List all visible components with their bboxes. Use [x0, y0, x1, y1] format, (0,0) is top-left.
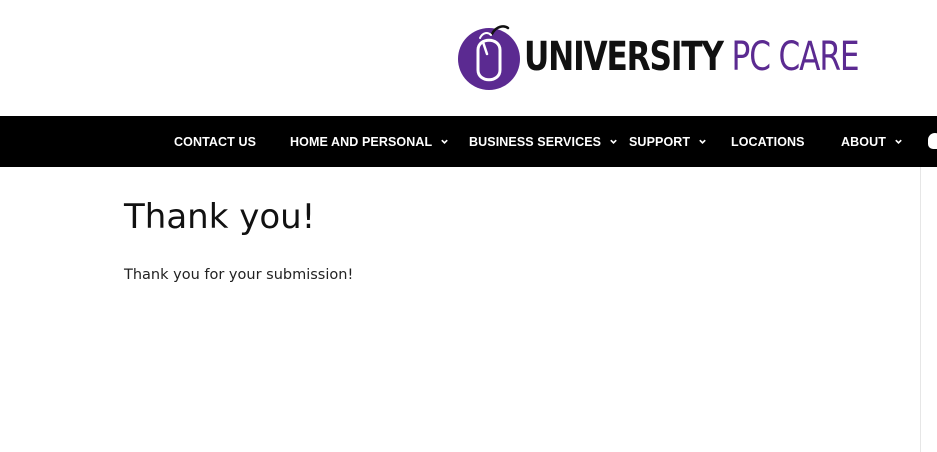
chevron-down-icon	[441, 139, 448, 144]
nav-item-home-and-personal[interactable]: HOME AND PERSONAL	[290, 116, 449, 167]
logo-word-university: UNIVERSITY	[524, 34, 724, 80]
mouse-logo-icon	[458, 25, 520, 90]
page: UNIVERSITY PC CARE CONTACT US HOME AND P…	[0, 0, 937, 452]
chevron-down-icon	[699, 139, 706, 144]
main-navigation: CONTACT US HOME AND PERSONAL BUSINESS SE…	[0, 116, 937, 167]
nav-item-label: ABOUT	[841, 134, 886, 149]
content-divider	[920, 167, 921, 452]
nav-item-locations[interactable]: LOCATIONS	[731, 116, 805, 167]
site-header: UNIVERSITY PC CARE	[0, 0, 937, 116]
apple-icon[interactable]	[928, 133, 937, 149]
logo-word-pc-care: PC CARE	[731, 34, 860, 80]
chevron-down-icon	[895, 139, 902, 144]
nav-item-label: CONTACT US	[174, 134, 257, 149]
chevron-down-icon	[610, 139, 617, 144]
submission-message: Thank you for your submission!	[124, 267, 354, 283]
site-logo[interactable]: UNIVERSITY PC CARE	[456, 22, 937, 92]
logo-wordmark: UNIVERSITY PC CARE	[524, 34, 860, 80]
nav-item-business-services[interactable]: BUSINESS SERVICES	[469, 116, 618, 167]
nav-item-label: BUSINESS SERVICES	[469, 134, 602, 149]
nav-item-label: HOME AND PERSONAL	[290, 134, 433, 149]
nav-item-contact-us[interactable]: CONTACT US	[174, 116, 256, 167]
nav-item-label: SUPPORT	[629, 134, 691, 149]
nav-item-support[interactable]: SUPPORT	[629, 116, 707, 167]
nav-item-about[interactable]: ABOUT	[841, 116, 903, 167]
nav-item-label: LOCATIONS	[731, 134, 805, 149]
page-title: Thank you!	[124, 197, 316, 237]
